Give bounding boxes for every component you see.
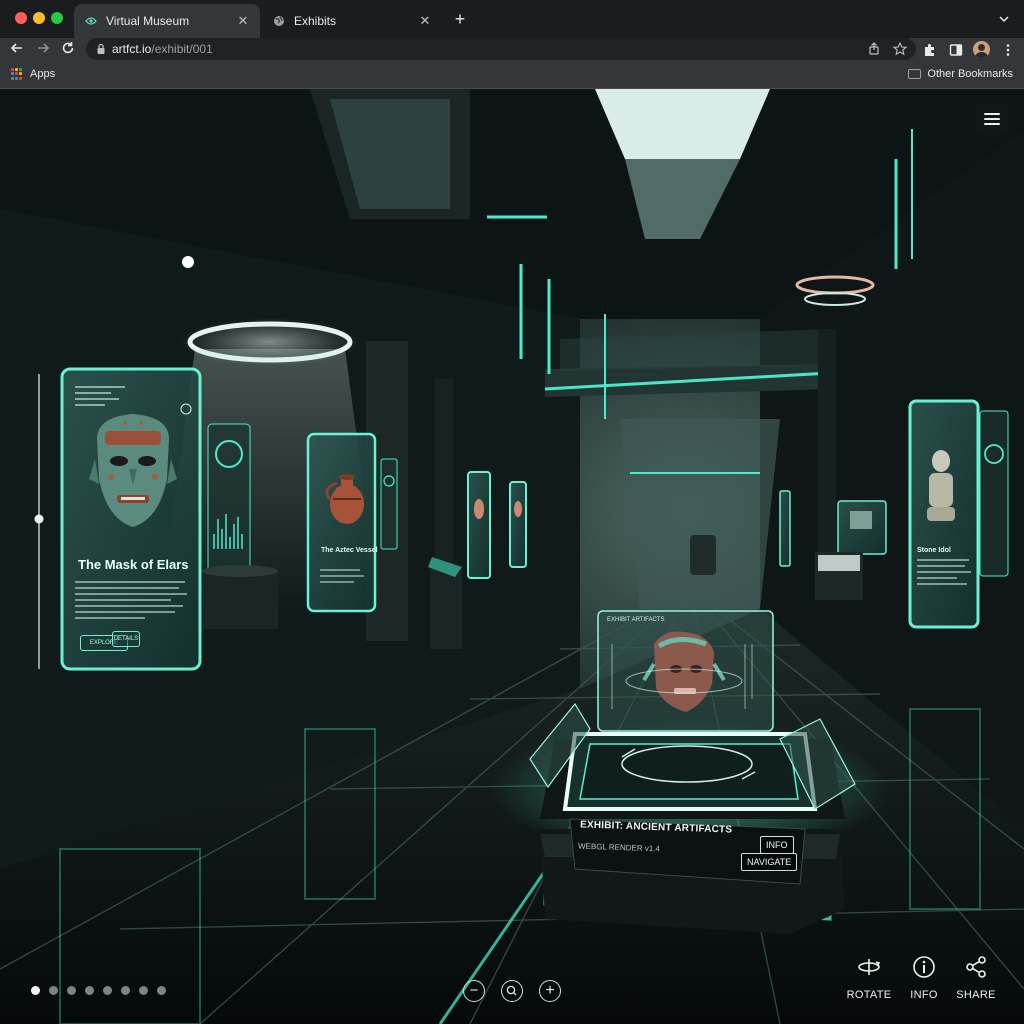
- rotate-icon: [858, 959, 881, 975]
- new-tab-button[interactable]: +: [450, 9, 470, 29]
- rotate-label: ROTATE: [846, 989, 892, 1001]
- extensions-puzzle-icon[interactable]: [922, 42, 938, 58]
- back-arrow-icon[interactable]: [8, 41, 26, 59]
- close-tab-icon[interactable]: ✕: [418, 14, 432, 28]
- bookmarks-bar: Apps Other Bookmarks: [0, 62, 1024, 89]
- pagination-dot[interactable]: [157, 986, 166, 995]
- forward-arrow-icon[interactable]: [34, 41, 52, 59]
- url-path: /exhibit/001: [151, 42, 213, 56]
- hologram-header: EXHIBIT ARTIFACTS: [607, 617, 665, 623]
- apps-grid-icon: [11, 68, 23, 80]
- zoom-out-button[interactable]: −: [463, 980, 485, 1002]
- pagination-dot[interactable]: [31, 986, 40, 995]
- more-vertical-icon[interactable]: [1000, 42, 1016, 58]
- tab-virtual-museum[interactable]: Virtual Museum ✕: [74, 4, 260, 38]
- close-window-button[interactable]: [15, 12, 27, 24]
- share-icon: [966, 956, 986, 978]
- idol-panel-title: Stone Idol: [917, 547, 951, 554]
- bookmark-other[interactable]: Other Bookmarks: [908, 68, 1013, 80]
- side-panel-icon[interactable]: [948, 42, 964, 58]
- tab-title: Virtual Museum: [106, 14, 190, 28]
- menu-button[interactable]: [976, 103, 1008, 135]
- info-icon: [913, 956, 935, 978]
- lock-icon: [94, 42, 108, 56]
- pagination-dot[interactable]: [67, 986, 76, 995]
- pagination-dot[interactable]: [121, 986, 130, 995]
- bookmark-star-icon[interactable]: [892, 41, 908, 57]
- browser-toolbar: artfct.io/exhibit/001: [0, 38, 1024, 62]
- magnifier-icon: [506, 985, 517, 996]
- apps-label: Apps: [30, 68, 56, 80]
- tab-exhibits[interactable]: Exhibits ✕: [262, 4, 442, 38]
- other-bookmarks-label: Other Bookmarks: [927, 68, 1013, 80]
- maximize-window-button[interactable]: [51, 12, 63, 24]
- zoom-reset-button[interactable]: [501, 980, 523, 1002]
- url-text: artfct.io/exhibit/001: [112, 42, 213, 56]
- vessel-panel-title: The Aztec Vessel: [321, 547, 378, 554]
- share-label: SHARE: [956, 989, 996, 1001]
- browser-window: Virtual Museum ✕ Exhibits ✕ + artfct.io/…: [0, 0, 1024, 1024]
- pedestal-info-button[interactable]: INFO: [760, 836, 794, 854]
- pagination-dot[interactable]: [139, 986, 148, 995]
- tab-strip: Virtual Museum ✕ Exhibits ✕ +: [0, 0, 1024, 38]
- tab-title: Exhibits: [294, 14, 337, 28]
- museum-viewport[interactable]: The Mask of Elars EXPLORE DETAILS The Az…: [0, 89, 1024, 1024]
- exhibit-pagination: [31, 986, 166, 995]
- chevron-down-icon[interactable]: [996, 11, 1012, 27]
- pagination-dot[interactable]: [103, 986, 112, 995]
- address-bar[interactable]: artfct.io/exhibit/001: [86, 38, 916, 60]
- folder-icon: [908, 69, 922, 79]
- rotate-button[interactable]: ROTATE: [841, 955, 897, 1003]
- zoom-in-button[interactable]: +: [539, 980, 561, 1002]
- bookmark-apps[interactable]: Apps: [11, 68, 55, 80]
- pedestal-navigate-button[interactable]: NAVIGATE: [741, 853, 798, 871]
- museum-icon: [84, 14, 98, 28]
- close-tab-icon[interactable]: ✕: [236, 14, 250, 28]
- share-button[interactable]: SHARE: [948, 955, 1004, 1003]
- details-button[interactable]: DETAILS: [112, 631, 140, 647]
- minimize-window-button[interactable]: [33, 12, 45, 24]
- profile-avatar[interactable]: [973, 41, 990, 58]
- reload-icon[interactable]: [59, 41, 77, 59]
- info-label: INFO: [910, 989, 938, 1001]
- left-panel-title: The Mask of Elars: [78, 557, 189, 572]
- info-button[interactable]: INFO: [896, 955, 952, 1003]
- url-host: artfct.io: [112, 42, 152, 56]
- pagination-dot[interactable]: [85, 986, 94, 995]
- pagination-dot[interactable]: [49, 986, 58, 995]
- globe-icon: [272, 14, 286, 28]
- share-page-icon[interactable]: [866, 41, 882, 57]
